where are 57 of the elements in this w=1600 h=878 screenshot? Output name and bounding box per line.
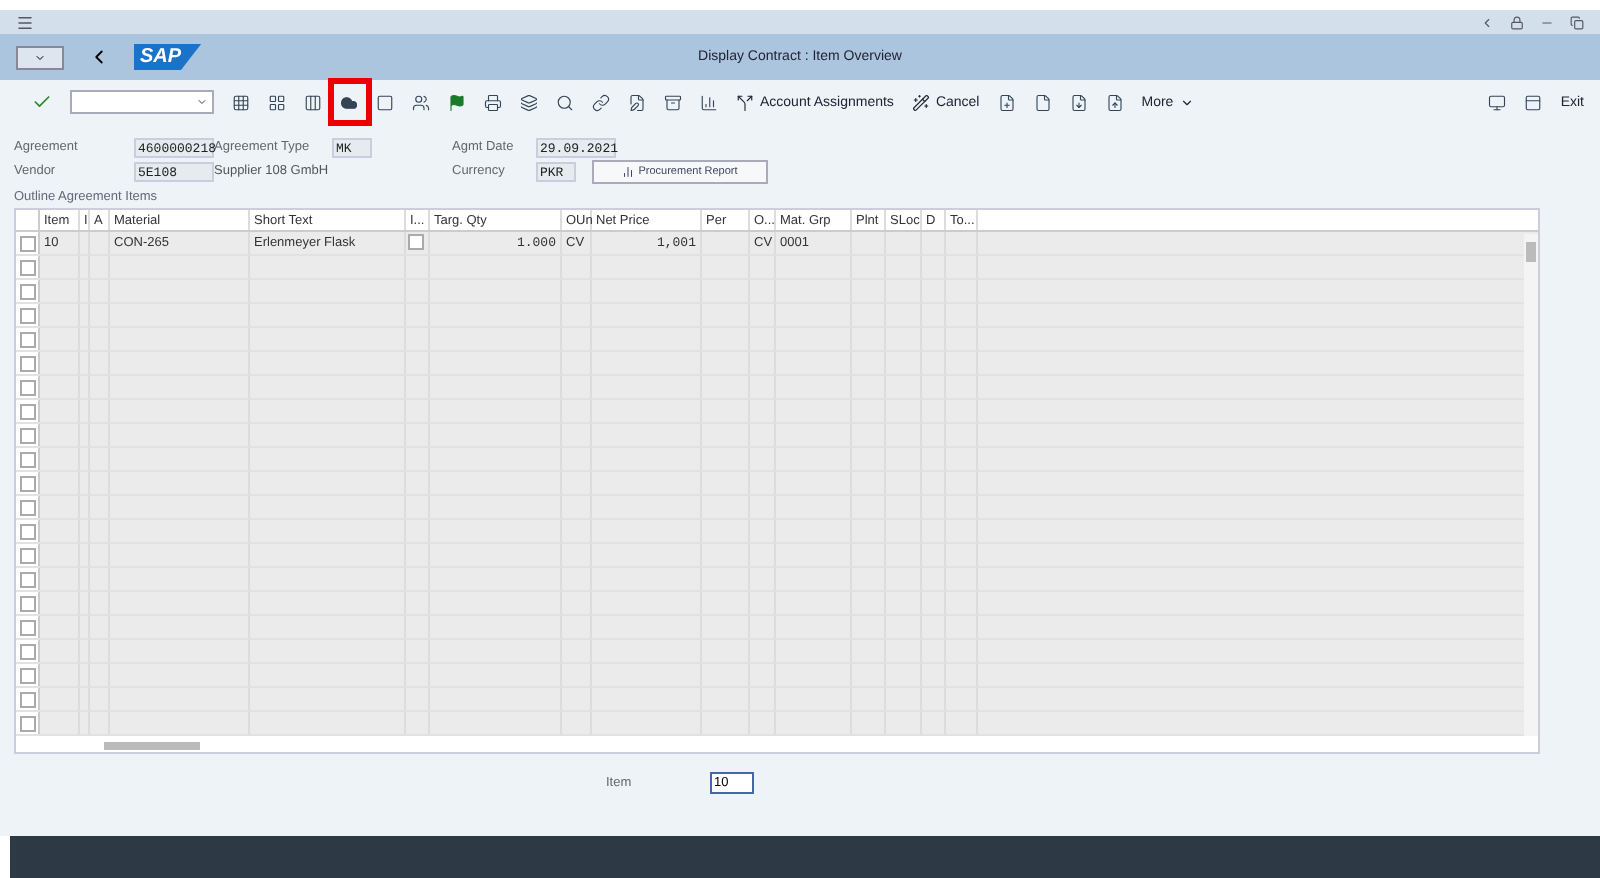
checkbox[interactable] bbox=[408, 234, 424, 250]
row-select-checkbox[interactable] bbox=[19, 643, 35, 659]
window-icon[interactable] bbox=[1524, 93, 1543, 111]
row-select-checkbox[interactable] bbox=[19, 499, 35, 515]
row-select-checkbox[interactable] bbox=[19, 307, 35, 323]
grid-icon[interactable] bbox=[232, 93, 250, 111]
grid-icon[interactable] bbox=[268, 93, 286, 111]
document-up-icon[interactable] bbox=[1105, 93, 1124, 111]
row-select-checkbox[interactable] bbox=[19, 667, 35, 683]
cloud-icon[interactable] bbox=[340, 93, 358, 111]
vertical-scrollbar[interactable] bbox=[1524, 234, 1538, 736]
lock-icon[interactable] bbox=[1510, 15, 1524, 29]
square-icon[interactable] bbox=[376, 93, 394, 111]
printer-icon[interactable] bbox=[484, 93, 502, 111]
row-select-checkbox[interactable] bbox=[19, 571, 35, 587]
row-select-checkbox[interactable] bbox=[19, 355, 35, 371]
row-select-checkbox[interactable] bbox=[19, 259, 35, 275]
check-icon[interactable] bbox=[32, 92, 52, 112]
restore-icon[interactable] bbox=[1570, 15, 1584, 29]
row-select-checkbox[interactable] bbox=[19, 619, 35, 635]
menu-icon[interactable] bbox=[16, 13, 34, 31]
archive-icon[interactable] bbox=[664, 93, 682, 111]
command-field[interactable] bbox=[70, 90, 214, 114]
back-icon[interactable] bbox=[1480, 15, 1494, 29]
flag-icon[interactable] bbox=[448, 93, 466, 111]
link-icon[interactable] bbox=[592, 93, 610, 111]
document-down-icon[interactable] bbox=[1069, 93, 1088, 111]
row-select-checkbox[interactable] bbox=[19, 331, 35, 347]
caret-icon bbox=[196, 96, 208, 108]
chart-icon bbox=[622, 165, 635, 177]
row-select-checkbox[interactable] bbox=[19, 523, 35, 539]
caret-icon bbox=[1179, 95, 1194, 109]
bar-chart-icon[interactable] bbox=[700, 93, 718, 111]
row-select-checkbox[interactable] bbox=[19, 547, 35, 563]
document-edit-icon[interactable] bbox=[628, 93, 646, 111]
row-select-checkbox[interactable] bbox=[19, 451, 35, 467]
row-select-checkbox[interactable] bbox=[19, 283, 35, 299]
menu-dropdown[interactable] bbox=[16, 45, 64, 69]
row-select-checkbox[interactable] bbox=[19, 235, 35, 251]
document-plus-icon[interactable] bbox=[997, 93, 1016, 111]
users-icon[interactable] bbox=[412, 93, 430, 111]
row-select-checkbox[interactable] bbox=[19, 715, 35, 731]
wand-icon bbox=[911, 93, 930, 111]
row-select-checkbox[interactable] bbox=[19, 427, 35, 443]
document-icon[interactable] bbox=[1033, 93, 1052, 111]
columns-icon[interactable] bbox=[304, 93, 322, 111]
monitor-icon[interactable] bbox=[1488, 93, 1507, 111]
row-select-checkbox[interactable] bbox=[19, 595, 35, 611]
row-select-checkbox[interactable] bbox=[19, 475, 35, 491]
caret-icon bbox=[34, 51, 46, 63]
row-select-checkbox[interactable] bbox=[19, 691, 35, 707]
split-icon bbox=[736, 93, 754, 111]
row-select-checkbox[interactable] bbox=[19, 379, 35, 395]
row-select-checkbox[interactable] bbox=[19, 403, 35, 419]
layers-icon[interactable] bbox=[520, 93, 538, 111]
search-icon[interactable] bbox=[556, 93, 574, 111]
logo: SAP bbox=[134, 44, 202, 70]
